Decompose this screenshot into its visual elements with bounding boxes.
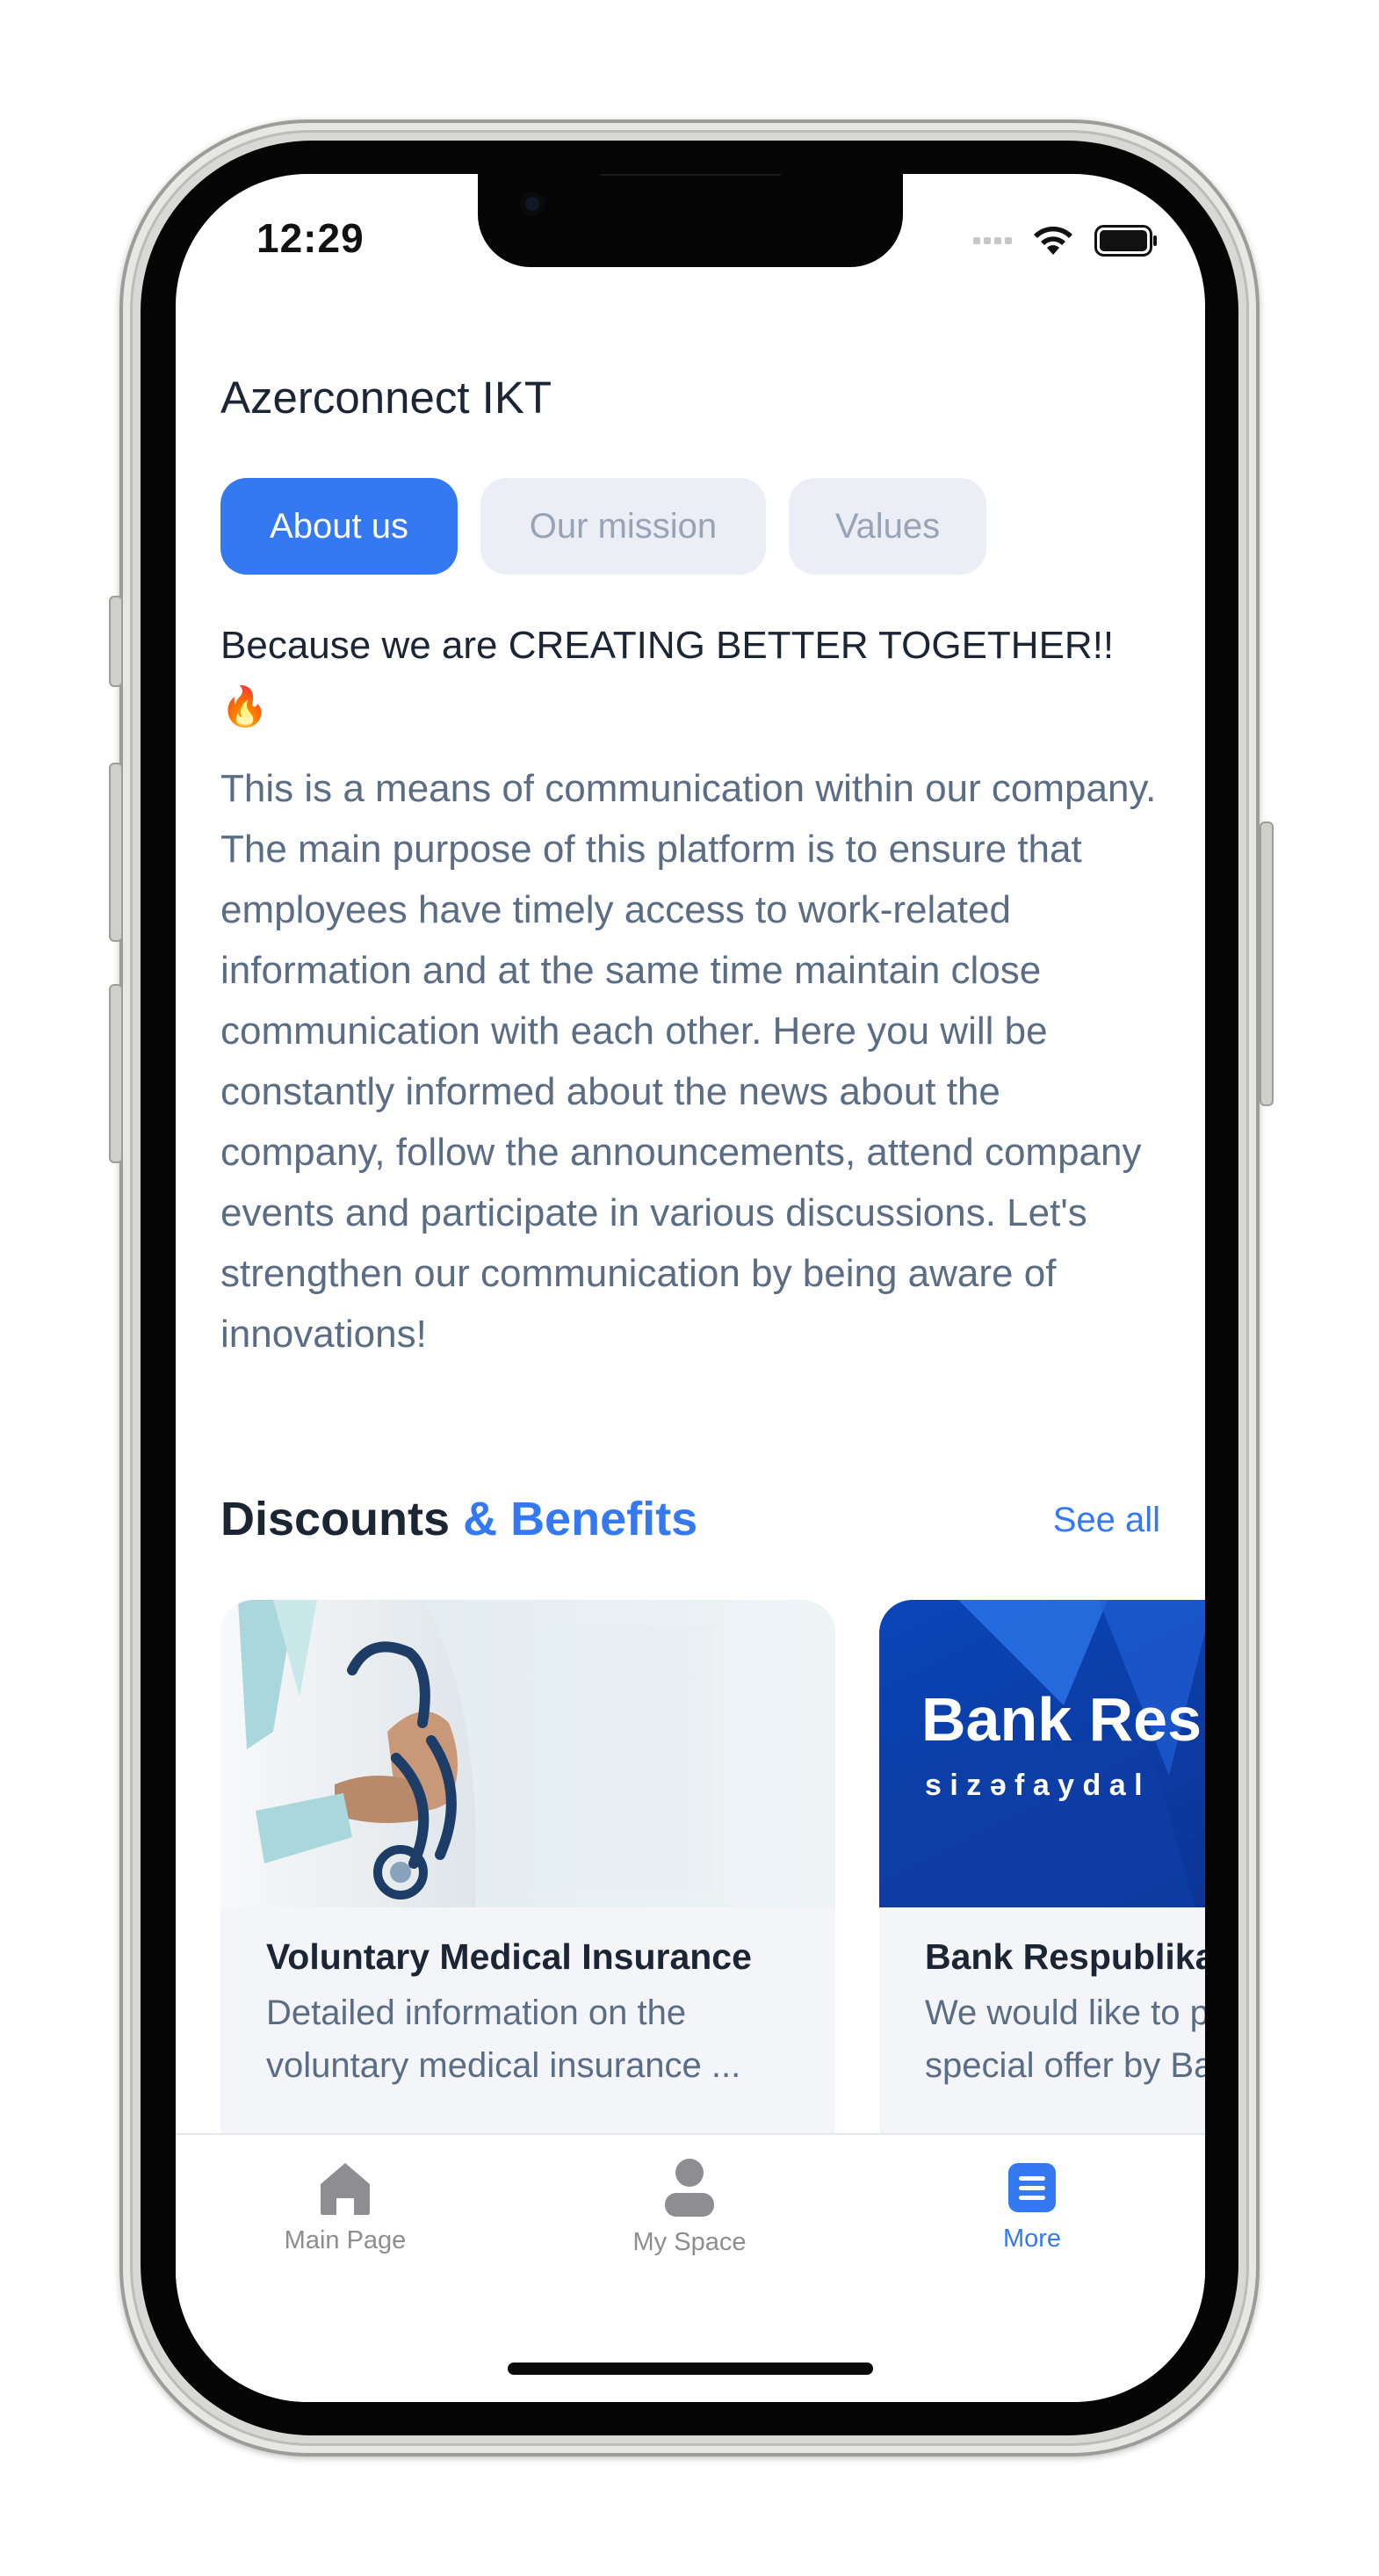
nav-item-more[interactable]: More: [900, 2161, 1164, 2254]
nav-item-my-space[interactable]: My Space: [558, 2158, 821, 2257]
front-camera: [520, 192, 545, 216]
nav-label: Main Page: [284, 2226, 407, 2254]
home-indicator[interactable]: [508, 2363, 873, 2375]
headline-text: Because we are CREATING BETTER TOGETHER!…: [220, 624, 1115, 667]
bank-banner-title: Bank Res: [921, 1685, 1202, 1754]
benefit-card-bank[interactable]: Bank Res s i z ə f a y d a l Bank Respub…: [879, 1600, 1205, 2162]
card-title: Voluntary Medical Insurance: [266, 1936, 752, 1977]
page-title: Azerconnect IKT: [220, 373, 552, 423]
nav-label: More: [1002, 2225, 1062, 2253]
about-body: This is a means of communication within …: [220, 767, 1157, 1356]
fire-emoji-icon: 🔥: [220, 685, 269, 728]
doctor-stethoscope-image: [220, 1600, 835, 1907]
volume-up-button: [109, 763, 123, 942]
section-title-part2: & Benefits: [463, 1493, 698, 1545]
home-icon: [321, 2163, 370, 2215]
card-image-doctor: [220, 1600, 835, 1907]
power-button: [1260, 821, 1274, 1106]
section-title-discounts: Discounts & Benefits: [220, 1492, 697, 1546]
about-headline: Because we are CREATING BETTER TOGETHER!…: [220, 615, 1160, 738]
tab-values[interactable]: Values: [789, 478, 986, 575]
bank-banner-image: Bank Res s i z ə f a y d a l: [879, 1600, 1205, 1907]
wifi-icon: [1034, 226, 1072, 255]
signal-icon: [973, 237, 1012, 244]
card-title: Bank Respublika: [925, 1936, 1205, 1977]
bank-banner-subtitle: s i z ə f a y d a l: [925, 1769, 1143, 1802]
menu-icon: [1008, 2163, 1056, 2212]
notch: [478, 174, 903, 267]
volume-down-button: [109, 984, 123, 1163]
card-desc-line1: Detailed information on the: [266, 1994, 687, 2032]
benefit-card-medical[interactable]: Voluntary Medical Insurance Detailed inf…: [220, 1600, 835, 2162]
card-description: We would like to p special offer by Ba: [925, 1986, 1205, 2092]
app-screen: 12:29 Azerconnect IKT About us Our missi…: [176, 174, 1205, 2402]
person-icon: [665, 2159, 714, 2217]
mute-switch: [109, 596, 123, 687]
card-desc-line2: voluntary medical insurance ...: [266, 2046, 741, 2085]
card-desc-line1: We would like to p: [925, 1994, 1205, 2032]
nav-label: My Space: [632, 2228, 747, 2256]
tab-about-us[interactable]: About us: [220, 478, 458, 575]
status-time: 12:29: [256, 215, 365, 261]
card-description: Detailed information on the voluntary me…: [266, 1986, 811, 2092]
speaker: [598, 174, 783, 176]
section-title-part1: Discounts: [220, 1493, 451, 1545]
battery-icon: [1094, 225, 1157, 257]
see-all-link[interactable]: See all: [1053, 1501, 1160, 1540]
nav-item-main-page[interactable]: Main Page: [213, 2161, 477, 2255]
tab-bar: About us Our mission Values: [220, 478, 986, 575]
tab-our-mission[interactable]: Our mission: [480, 478, 766, 575]
card-image-bank: Bank Res s i z ə f a y d a l: [879, 1600, 1205, 1907]
status-icons: [973, 225, 1158, 257]
card-desc-line2: special offer by Ba: [925, 2046, 1205, 2085]
